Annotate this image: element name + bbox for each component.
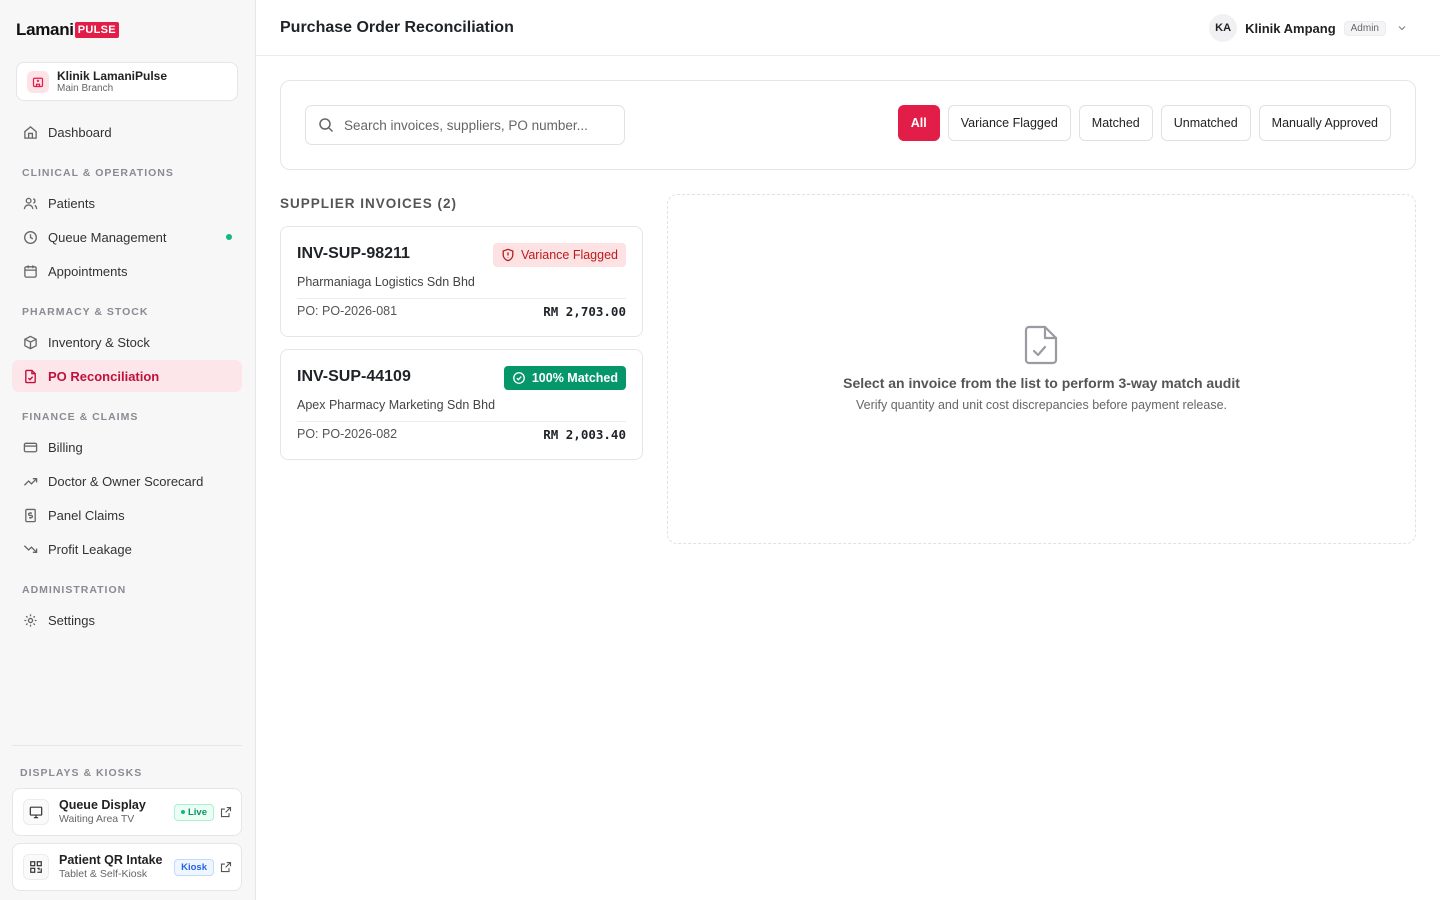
kiosk-title: Queue Display bbox=[59, 798, 146, 812]
sidebar-item-label: Doctor & Owner Scorecard bbox=[48, 473, 204, 489]
chevron-down-icon[interactable] bbox=[1396, 22, 1408, 34]
users-icon bbox=[22, 195, 38, 211]
file-check-icon bbox=[1024, 325, 1058, 365]
sidebar-item-appointments[interactable]: Appointments bbox=[12, 255, 242, 287]
invoice-list-title: SUPPLIER INVOICES (2) bbox=[280, 196, 458, 211]
role-badge: Admin bbox=[1343, 20, 1386, 36]
top-bar: Purchase Order Reconciliation KA Klinik … bbox=[256, 0, 1440, 56]
sidebar-item-settings[interactable]: Settings bbox=[12, 604, 242, 636]
sidebar-item-label: Inventory & Stock bbox=[48, 334, 150, 350]
sidebar-item-dashboard[interactable]: Dashboard bbox=[12, 116, 242, 148]
external-link-icon[interactable] bbox=[220, 806, 232, 818]
clock-icon bbox=[22, 229, 38, 245]
invoice-card[interactable]: INV-SUP-98211 Variance Flagged Pharmania… bbox=[280, 226, 643, 337]
filter-panel: All Variance Flagged Matched Unmatched M… bbox=[280, 80, 1416, 170]
search-icon bbox=[319, 118, 334, 133]
package-icon bbox=[22, 334, 38, 350]
sidebar-item-label: Profit Leakage bbox=[48, 541, 132, 557]
sidebar-item-label: Appointments bbox=[48, 263, 128, 279]
status-badge: 100% Matched bbox=[503, 366, 626, 390]
nav-section-kiosks: DISPLAYS & KIOSKS bbox=[20, 767, 143, 779]
live-badge: Live bbox=[173, 804, 214, 821]
nav-section-clinical: CLINICAL & OPERATIONS bbox=[22, 167, 174, 179]
external-link-icon[interactable] bbox=[220, 861, 232, 873]
sidebar-item-scorecard[interactable]: Doctor & Owner Scorecard bbox=[12, 465, 242, 497]
clinic-name: Klinik LamaniPulse bbox=[57, 68, 168, 83]
sidebar-item-label: Panel Claims bbox=[48, 507, 125, 523]
file-check-icon bbox=[22, 368, 38, 384]
monitor-icon bbox=[23, 799, 49, 825]
check-circle-icon bbox=[512, 372, 525, 384]
sidebar-item-inventory[interactable]: Inventory & Stock bbox=[12, 326, 242, 358]
sidebar-item-label: Dashboard bbox=[48, 124, 112, 140]
sidebar-item-label: Queue Management bbox=[48, 229, 167, 245]
sidebar-divider bbox=[12, 745, 242, 746]
audit-detail-panel: Select an invoice from the list to perfo… bbox=[667, 194, 1416, 544]
logo-text: Lamani bbox=[16, 20, 74, 39]
nav-section-pharmacy: PHARMACY & STOCK bbox=[22, 306, 149, 318]
invoice-amount: RM 2,703.00 bbox=[543, 304, 626, 319]
calendar-icon bbox=[22, 263, 38, 279]
filter-manually-approved[interactable]: Manually Approved bbox=[1258, 105, 1391, 141]
user-name: Klinik Ampang bbox=[1245, 20, 1336, 36]
receipt-icon bbox=[22, 507, 38, 523]
clinic-switcher[interactable]: Klinik LamaniPulse Main Branch bbox=[16, 62, 238, 101]
status-badge: Variance Flagged bbox=[492, 243, 626, 267]
empty-state-title: Select an invoice from the list to perfo… bbox=[843, 375, 1240, 391]
filter-matched[interactable]: Matched bbox=[1078, 105, 1153, 141]
sidebar-item-panel-claims[interactable]: Panel Claims bbox=[12, 499, 242, 531]
card-divider bbox=[297, 421, 626, 422]
card-divider bbox=[297, 298, 626, 299]
live-status-dot bbox=[226, 234, 232, 240]
credit-card-icon bbox=[22, 439, 38, 455]
user-menu[interactable]: KA Klinik Ampang Admin bbox=[1209, 14, 1408, 42]
sidebar-item-label: Settings bbox=[48, 612, 95, 628]
sidebar-item-queue[interactable]: Queue Management bbox=[12, 221, 242, 253]
brand-logo[interactable]: Lamani PULSE bbox=[16, 20, 119, 40]
invoice-amount: RM 2,003.40 bbox=[543, 427, 626, 442]
supplier-name: Pharmaniaga Logistics Sdn Bhd bbox=[297, 275, 475, 289]
kiosk-badge: Kiosk bbox=[174, 859, 214, 876]
avatar: KA bbox=[1209, 14, 1238, 42]
qr-intake-link[interactable]: Patient QR Intake Tablet & Self-Kiosk Ki… bbox=[12, 843, 242, 891]
invoice-card[interactable]: INV-SUP-44109 100% Matched Apex Pharmacy… bbox=[280, 349, 643, 460]
kiosk-title: Patient QR Intake bbox=[59, 853, 163, 867]
sidebar-item-po-reconciliation[interactable]: PO Reconciliation bbox=[12, 360, 242, 392]
search-input[interactable] bbox=[344, 117, 604, 133]
clinic-icon bbox=[27, 70, 49, 93]
kiosk-subtitle: Tablet & Self-Kiosk bbox=[59, 868, 148, 880]
sidebar: Lamani PULSE Klinik LamaniPulse Main Bra… bbox=[0, 0, 256, 900]
sidebar-item-billing[interactable]: Billing bbox=[12, 431, 242, 463]
sidebar-item-profit-leakage[interactable]: Profit Leakage bbox=[12, 533, 242, 565]
po-number: PO: PO-2026-081 bbox=[297, 304, 398, 318]
sidebar-item-patients[interactable]: Patients bbox=[12, 187, 242, 219]
main-content: Purchase Order Reconciliation KA Klinik … bbox=[256, 0, 1440, 900]
nav-section-finance: FINANCE & CLAIMS bbox=[22, 411, 139, 423]
clinic-branch: Main Branch bbox=[57, 82, 114, 94]
shield-alert-icon bbox=[502, 248, 514, 262]
page-title: Purchase Order Reconciliation bbox=[280, 19, 514, 36]
filter-all[interactable]: All bbox=[897, 105, 940, 141]
invoice-id: INV-SUP-44109 bbox=[297, 368, 411, 385]
qr-code-icon bbox=[23, 854, 49, 880]
po-number: PO: PO-2026-082 bbox=[297, 427, 398, 441]
nav-section-admin: ADMINISTRATION bbox=[22, 584, 127, 596]
search-box[interactable] bbox=[305, 105, 625, 145]
status-filters: All Variance Flagged Matched Unmatched M… bbox=[890, 105, 1391, 141]
sidebar-item-label: Billing bbox=[48, 439, 83, 455]
filter-unmatched[interactable]: Unmatched bbox=[1160, 105, 1251, 141]
filter-variance-flagged[interactable]: Variance Flagged bbox=[947, 105, 1071, 141]
invoice-id: INV-SUP-98211 bbox=[297, 245, 410, 262]
home-icon bbox=[22, 124, 38, 140]
supplier-name: Apex Pharmacy Marketing Sdn Bhd bbox=[297, 398, 496, 412]
trending-up-icon bbox=[22, 473, 38, 489]
queue-display-link[interactable]: Queue Display Waiting Area TV Live bbox=[12, 788, 242, 836]
trending-down-icon bbox=[22, 541, 38, 557]
sidebar-item-label: Patients bbox=[48, 195, 95, 211]
gear-icon bbox=[22, 612, 38, 628]
kiosk-subtitle: Waiting Area TV bbox=[59, 813, 135, 825]
logo-badge: PULSE bbox=[74, 22, 119, 38]
sidebar-item-label: PO Reconciliation bbox=[48, 368, 160, 384]
empty-state-subtitle: Verify quantity and unit cost discrepanc… bbox=[855, 398, 1228, 412]
